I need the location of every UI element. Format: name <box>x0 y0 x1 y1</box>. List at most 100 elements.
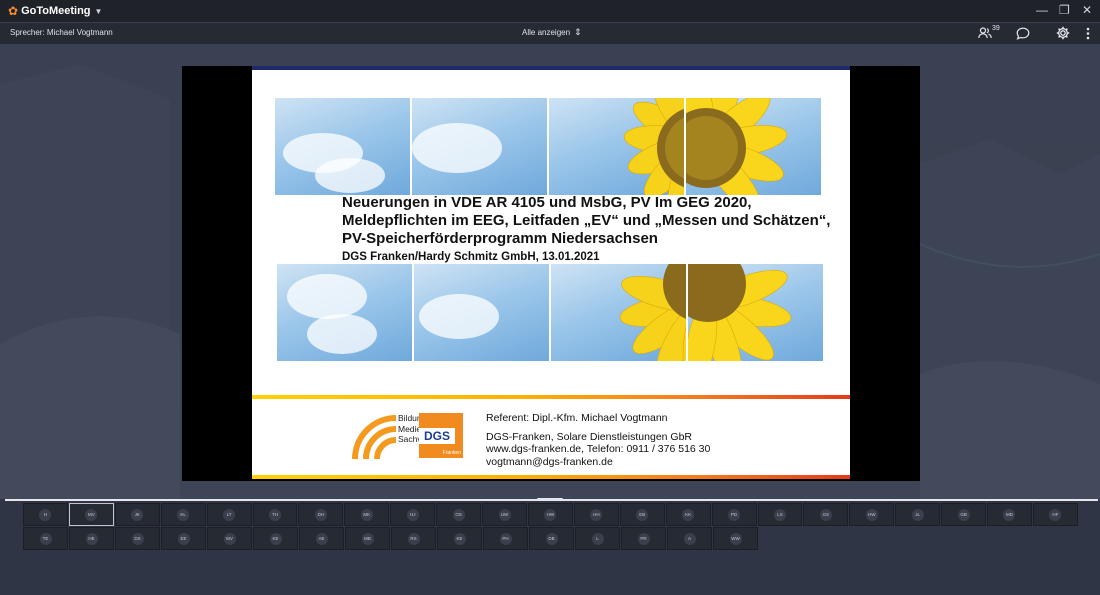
attendee-tile[interactable]: KE <box>437 527 482 550</box>
slide-subtitle: DGS Franken/Hardy Schmitz GmbH, 13.01.20… <box>342 251 600 263</box>
attendee-tile[interactable]: KE <box>253 527 298 550</box>
slide-bottom-stripe <box>252 475 850 479</box>
attendee-tile[interactable]: AE <box>299 527 344 550</box>
sunflower-panel <box>688 264 823 361</box>
contact-line: www.dgs-franken.de, Telefon: 0911 / 376 … <box>486 443 711 455</box>
attendee-tile[interactable]: DS <box>115 527 160 550</box>
slide-image-band-top <box>275 98 821 195</box>
attendee-tile[interactable]: HW <box>527 503 573 526</box>
attendee-tile[interactable]: DB <box>529 527 574 550</box>
attendee-avatar: EB <box>636 508 649 521</box>
attendee-avatar: OS <box>452 508 465 521</box>
slide-title: Neuerungen in VDE AR 4105 und MsbG, PV I… <box>342 194 831 247</box>
toolbar-tools: 39 <box>958 25 1090 43</box>
attendee-tile[interactable]: HW <box>849 503 895 526</box>
attendee-tile[interactable]: LT <box>206 503 252 526</box>
attendee-tile[interactable]: PR <box>621 527 666 550</box>
attendee-avatar: MD <box>1003 508 1016 521</box>
chat-icon <box>1016 27 1030 40</box>
app-name: GoToMeeting <box>21 5 91 17</box>
chat-button[interactable] <box>1016 27 1030 43</box>
sky-panel <box>414 264 551 361</box>
attendee-tile[interactable]: HF <box>1032 503 1078 526</box>
attendee-row: H MV JK KL LT TH DH MK HJ OS UW HW HH EB KK PD LS GS HW JL G… <box>23 503 1079 526</box>
attendee-avatar: L <box>591 532 604 545</box>
attendee-avatar: MB <box>361 532 374 545</box>
attendee-tile[interactable]: UW <box>482 503 527 526</box>
restore-icon[interactable]: ❐ <box>1059 3 1070 17</box>
attendee-avatar: MV <box>223 532 236 545</box>
attendee-avatar: HW <box>544 508 557 521</box>
attendee-avatar: KL <box>177 508 190 521</box>
sunflower-image <box>623 98 684 195</box>
attendee-tile[interactable]: GS <box>803 503 849 526</box>
attendee-avatar: KE <box>453 532 466 545</box>
attendee-avatar: A <box>683 532 696 545</box>
attendee-avatar: DS <box>131 532 144 545</box>
attendee-avatar: TE <box>39 532 52 545</box>
attendee-avatar: RS <box>407 532 420 545</box>
attendee-tile[interactable]: RS <box>391 527 436 550</box>
attendee-tile[interactable]: KK <box>665 503 711 526</box>
app-menu[interactable]: ✿ GoToMeeting ▼ <box>8 4 102 18</box>
attendee-avatar: WW <box>729 532 742 545</box>
attendee-avatar: PD <box>728 508 741 521</box>
sunflower-image <box>688 264 792 361</box>
close-icon[interactable]: ✕ <box>1082 3 1092 17</box>
attendee-avatar: HH <box>590 508 603 521</box>
gotomeeting-logo-icon: ✿ <box>8 4 19 18</box>
caret-down-icon: ▼ <box>94 6 103 16</box>
attendees-button[interactable]: 39 <box>978 25 1000 42</box>
company-line: DGS-Franken, Solare Dienstleistungen GbR <box>486 430 693 443</box>
attendee-tile[interactable]: GB <box>941 503 987 526</box>
attendee-avatar: HW <box>865 508 878 521</box>
attendee-tile[interactable]: EB <box>619 503 665 526</box>
attendee-tile[interactable]: WW <box>713 527 758 550</box>
sunflower-panel <box>549 98 686 195</box>
gear-icon <box>1056 26 1070 40</box>
attendee-tile[interactable]: MD <box>987 503 1032 526</box>
attendee-tile[interactable]: DH <box>298 503 344 526</box>
attendee-tile[interactable]: A <box>667 527 712 550</box>
attendee-tile[interactable]: H <box>23 503 68 526</box>
attendee-avatar: MK <box>360 508 373 521</box>
attendee-tile[interactable]: JL <box>895 503 941 526</box>
attendee-avatar: JK <box>131 508 144 521</box>
resize-handle[interactable] <box>537 498 563 501</box>
attendee-tile[interactable]: MB <box>345 527 390 550</box>
dgs-logo-sub: Franken <box>442 450 461 456</box>
attendee-tile[interactable]: KL <box>160 503 206 526</box>
attendee-tile[interactable]: LS <box>757 503 803 526</box>
attendee-tile[interactable]: TE <box>23 527 68 550</box>
attendee-tile[interactable]: EE <box>161 527 206 550</box>
title-bar: ✿ GoToMeeting ▼ — ❐ ✕ <box>0 0 1100 22</box>
sunflower-image <box>619 264 686 361</box>
attendee-grid: H MV JK KL LT TH DH MK HJ OS UW HW HH EB KK PD LS GS HW JL G… <box>23 503 1079 551</box>
attendee-tile[interactable]: MK <box>344 503 390 526</box>
more-vertical-icon <box>1086 27 1090 39</box>
attendee-tile[interactable]: MV <box>207 527 252 550</box>
attendee-tile[interactable]: MV <box>68 503 114 526</box>
attendee-avatar: MV <box>85 508 98 521</box>
attendee-tile[interactable]: OS <box>436 503 482 526</box>
attendee-tile[interactable]: HJ <box>390 503 436 526</box>
settings-button[interactable] <box>1056 26 1070 43</box>
view-selector[interactable]: Alle anzeigen ⇕ <box>522 27 582 38</box>
attendee-count: 39 <box>992 25 1000 32</box>
attendee-avatar: PH <box>499 532 512 545</box>
attendee-tile[interactable]: PH <box>483 527 528 550</box>
more-options-button[interactable] <box>1086 27 1090 43</box>
attendee-tile[interactable]: HH <box>573 503 619 526</box>
attendee-avatar: JL <box>911 508 924 521</box>
attendee-tile[interactable]: TH <box>252 503 298 526</box>
attendee-avatar: UW <box>498 508 511 521</box>
minimize-icon[interactable]: — <box>1036 3 1048 17</box>
attendee-avatar: DB <box>545 532 558 545</box>
attendee-tile[interactable]: HE <box>69 527 114 550</box>
attendee-avatar: GS <box>819 508 832 521</box>
attendee-tile[interactable]: JK <box>114 503 160 526</box>
attendee-tile[interactable]: PD <box>711 503 757 526</box>
shared-screen: Neuerungen in VDE AR 4105 und MsbG, PV I… <box>182 66 920 481</box>
email-line: vogtmann@dgs-franken.de <box>486 455 613 468</box>
attendee-tile[interactable]: L <box>575 527 620 550</box>
